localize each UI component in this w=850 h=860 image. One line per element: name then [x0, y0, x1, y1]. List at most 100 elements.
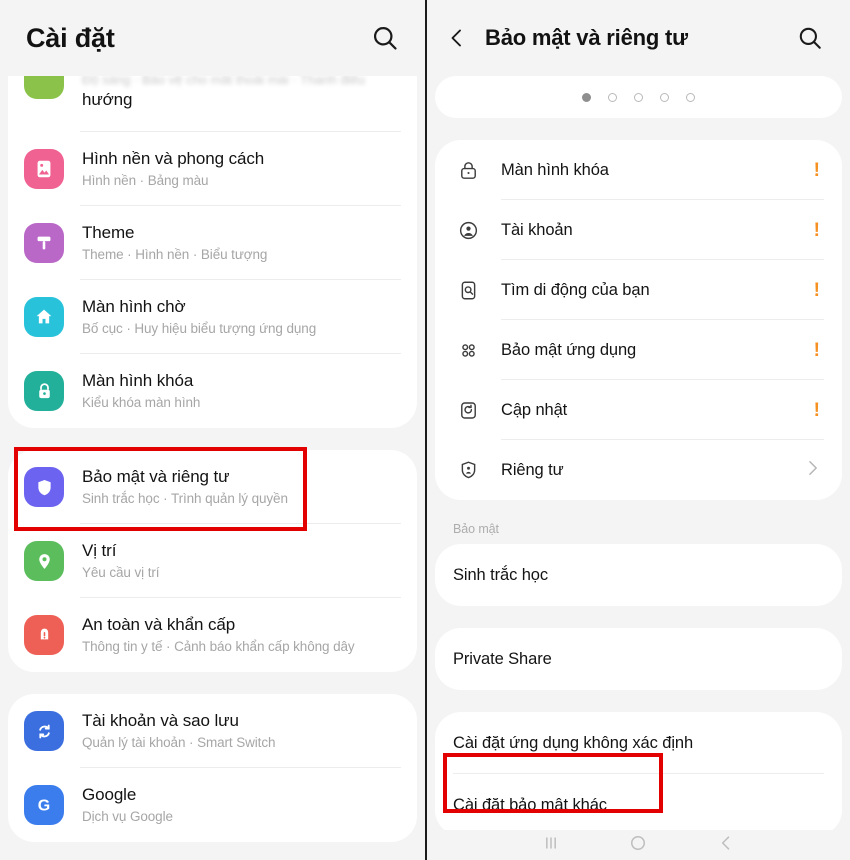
search-icon[interactable]: [363, 16, 407, 60]
list-item-unknown-apps[interactable]: Cài đặt ứng dụng không xác định: [435, 712, 842, 774]
page-dot-5[interactable]: [686, 92, 695, 102]
list-item[interactable]: Màn hình khóa Kiểu khóa màn hình: [8, 354, 417, 428]
shield-icon: [24, 467, 64, 507]
list-item-update[interactable]: Cập nhật !: [435, 380, 842, 440]
list-item-private-share[interactable]: Private Share: [435, 628, 842, 690]
list-item-title: Màn hình khóa: [501, 160, 609, 179]
list-item-subtitle: Kiểu khóa màn hình: [82, 395, 201, 410]
list-item-title: Bảo mật ứng dụng: [501, 340, 637, 359]
list-item-title: Tìm di động của bạn: [501, 280, 650, 299]
list-item-title: Theme: [82, 223, 135, 242]
list-item-subtitle: Hình nền · Bảng màu: [82, 173, 209, 188]
settings-list[interactable]: Độ sáng · Bảo vệ cho mắt thoải mái · Tha…: [0, 76, 425, 860]
settings-panel: Cài đặt Độ sáng · Bảo vệ cho mắt thoải m…: [0, 0, 427, 860]
settings-header: Cài đặt: [0, 0, 425, 76]
list-item-title: Màn hình chờ: [82, 297, 186, 316]
privacy-shield-icon: [453, 455, 483, 485]
privacy-group-card: Bảo mật và riêng tư Sinh trắc học · Trìn…: [8, 450, 417, 672]
chevron-right-icon: [802, 458, 822, 483]
list-item-subtitle: Thông tin y tế · Cảnh báo khẩn cấp không…: [82, 639, 355, 654]
security-list[interactable]: Màn hình khóa ! Tài khoản ! Tìm di động …: [427, 76, 850, 860]
find-my-mobile-icon: [453, 275, 483, 305]
list-item-lock-screen[interactable]: Màn hình khóa !: [435, 140, 842, 200]
screenshot-root: Cài đặt Độ sáng · Bảo vệ cho mắt thoải m…: [0, 0, 850, 860]
status-badge: !: [813, 279, 820, 301]
status-badge: !: [813, 219, 820, 241]
list-item[interactable]: Tài khoản và sao lưu Quản lý tài khoản ·…: [8, 694, 417, 768]
other-settings-card: Cài đặt ứng dụng không xác định Cài đặt …: [435, 712, 842, 836]
list-item[interactable]: Vị trí Yêu cầu vị trí: [8, 524, 417, 598]
list-item-subtitle: Dịch vụ Google: [82, 809, 173, 824]
page-title: Cài đặt: [26, 22, 115, 53]
list-item[interactable]: Màn hình chờ Bố cục · Huy hiệu biểu tượn…: [8, 280, 417, 354]
biometrics-card: Sinh trắc học: [435, 544, 842, 606]
list-item-title: Private Share: [453, 649, 552, 668]
list-item-title: Tài khoản: [501, 220, 573, 239]
list-item-title: Tài khoản và sao lưu: [82, 711, 239, 730]
app-grid-icon: [453, 335, 483, 365]
list-item-title: Cập nhật: [501, 400, 568, 419]
list-item-subtitle: Yêu cầu vị trí: [82, 565, 160, 580]
page-dot-2[interactable]: [608, 92, 617, 102]
list-item-security-privacy[interactable]: Bảo mật và riêng tư Sinh trắc học · Trìn…: [8, 450, 417, 524]
account-circle-icon: [453, 215, 483, 245]
list-item[interactable]: An toàn và khẩn cấp Thông tin y tế · Cản…: [8, 598, 417, 672]
list-item-title: Vị trí: [82, 541, 117, 560]
list-item-title: Sinh trắc học: [453, 565, 549, 584]
list-item-subtitle: Theme · Hình nền · Biểu tượng: [82, 247, 268, 262]
list-item-biometrics[interactable]: Sinh trắc học: [435, 544, 842, 606]
status-badge: !: [813, 339, 820, 361]
page-dot-3[interactable]: [634, 92, 643, 102]
display-icon: [24, 76, 64, 99]
accounts-group-card: Tài khoản và sao lưu Quản lý tài khoản ·…: [8, 694, 417, 842]
security-privacy-panel: Bảo mật và riêng tư Màn hình khóa ! Tài …: [427, 0, 850, 860]
home-screen-icon: [24, 297, 64, 337]
list-item-title: Riêng tư: [501, 460, 564, 479]
recents-icon[interactable]: [541, 833, 561, 858]
location-pin-icon: [24, 541, 64, 581]
list-item-subtitle: Quản lý tài khoản · Smart Switch: [82, 735, 276, 750]
update-refresh-icon: [453, 395, 483, 425]
emergency-icon: [24, 615, 64, 655]
list-item-title: Hình nền và phong cách: [82, 149, 265, 168]
svg-text:G: G: [38, 798, 50, 815]
lock-outline-icon: [453, 155, 483, 185]
list-item[interactable]: G Google Dịch vụ Google: [8, 768, 417, 842]
back-icon[interactable]: [716, 833, 736, 858]
list-item-subtitle: Sinh trắc học · Trình quản lý quyền: [82, 491, 288, 506]
list-item-title: An toàn và khẩn cấp: [82, 615, 236, 634]
list-item-title: Google: [82, 785, 137, 804]
lock-icon: [24, 371, 64, 411]
clipped-row-blurred: Độ sáng · Bảo vệ cho mắt thoải mái · Tha…: [82, 76, 366, 87]
back-chevron-icon[interactable]: [441, 16, 473, 60]
list-item-title: Cài đặt bảo mật khác: [453, 795, 607, 814]
page-title: Bảo mật và riêng tư: [485, 25, 688, 50]
status-badge: !: [813, 159, 820, 181]
page-indicator[interactable]: [435, 76, 842, 118]
list-item-title: Màn hình khóa: [82, 371, 194, 390]
page-dot-1[interactable]: [582, 92, 591, 102]
page-dot-4[interactable]: [660, 92, 669, 102]
security-header: Bảo mật và riêng tư: [427, 0, 850, 76]
clipped-row[interactable]: Độ sáng · Bảo vệ cho mắt thoải mái · Tha…: [8, 76, 417, 132]
list-item-accounts[interactable]: Tài khoản !: [435, 200, 842, 260]
clipped-card: Độ sáng · Bảo vệ cho mắt thoải mái · Tha…: [8, 76, 417, 428]
search-icon[interactable]: [788, 16, 832, 60]
list-item-privacy[interactable]: Riêng tư: [435, 440, 842, 500]
private-share-card: Private Share: [435, 628, 842, 690]
google-g-icon: G: [24, 785, 64, 825]
clipped-row-visible: hướng: [82, 89, 133, 109]
list-item-app-security[interactable]: Bảo mật ứng dụng !: [435, 320, 842, 380]
list-item-other-security-settings[interactable]: Cài đặt bảo mật khác: [435, 774, 842, 836]
wallpaper-icon: [24, 149, 64, 189]
list-item[interactable]: Theme Theme · Hình nền · Biểu tượng: [8, 206, 417, 280]
section-label-security: Bảo mật: [453, 522, 499, 536]
list-item-title: Cài đặt ứng dụng không xác định: [453, 733, 694, 752]
list-item-find-my-mobile[interactable]: Tìm di động của bạn !: [435, 260, 842, 320]
home-icon[interactable]: [628, 833, 648, 858]
android-nav-bar: [427, 830, 850, 860]
list-item-subtitle: Bố cục · Huy hiệu biểu tượng ứng dụng: [82, 321, 317, 336]
status-badge: !: [813, 399, 820, 421]
list-item[interactable]: Hình nền và phong cách Hình nền · Bảng m…: [8, 132, 417, 206]
status-items-card: Màn hình khóa ! Tài khoản ! Tìm di động …: [435, 140, 842, 500]
